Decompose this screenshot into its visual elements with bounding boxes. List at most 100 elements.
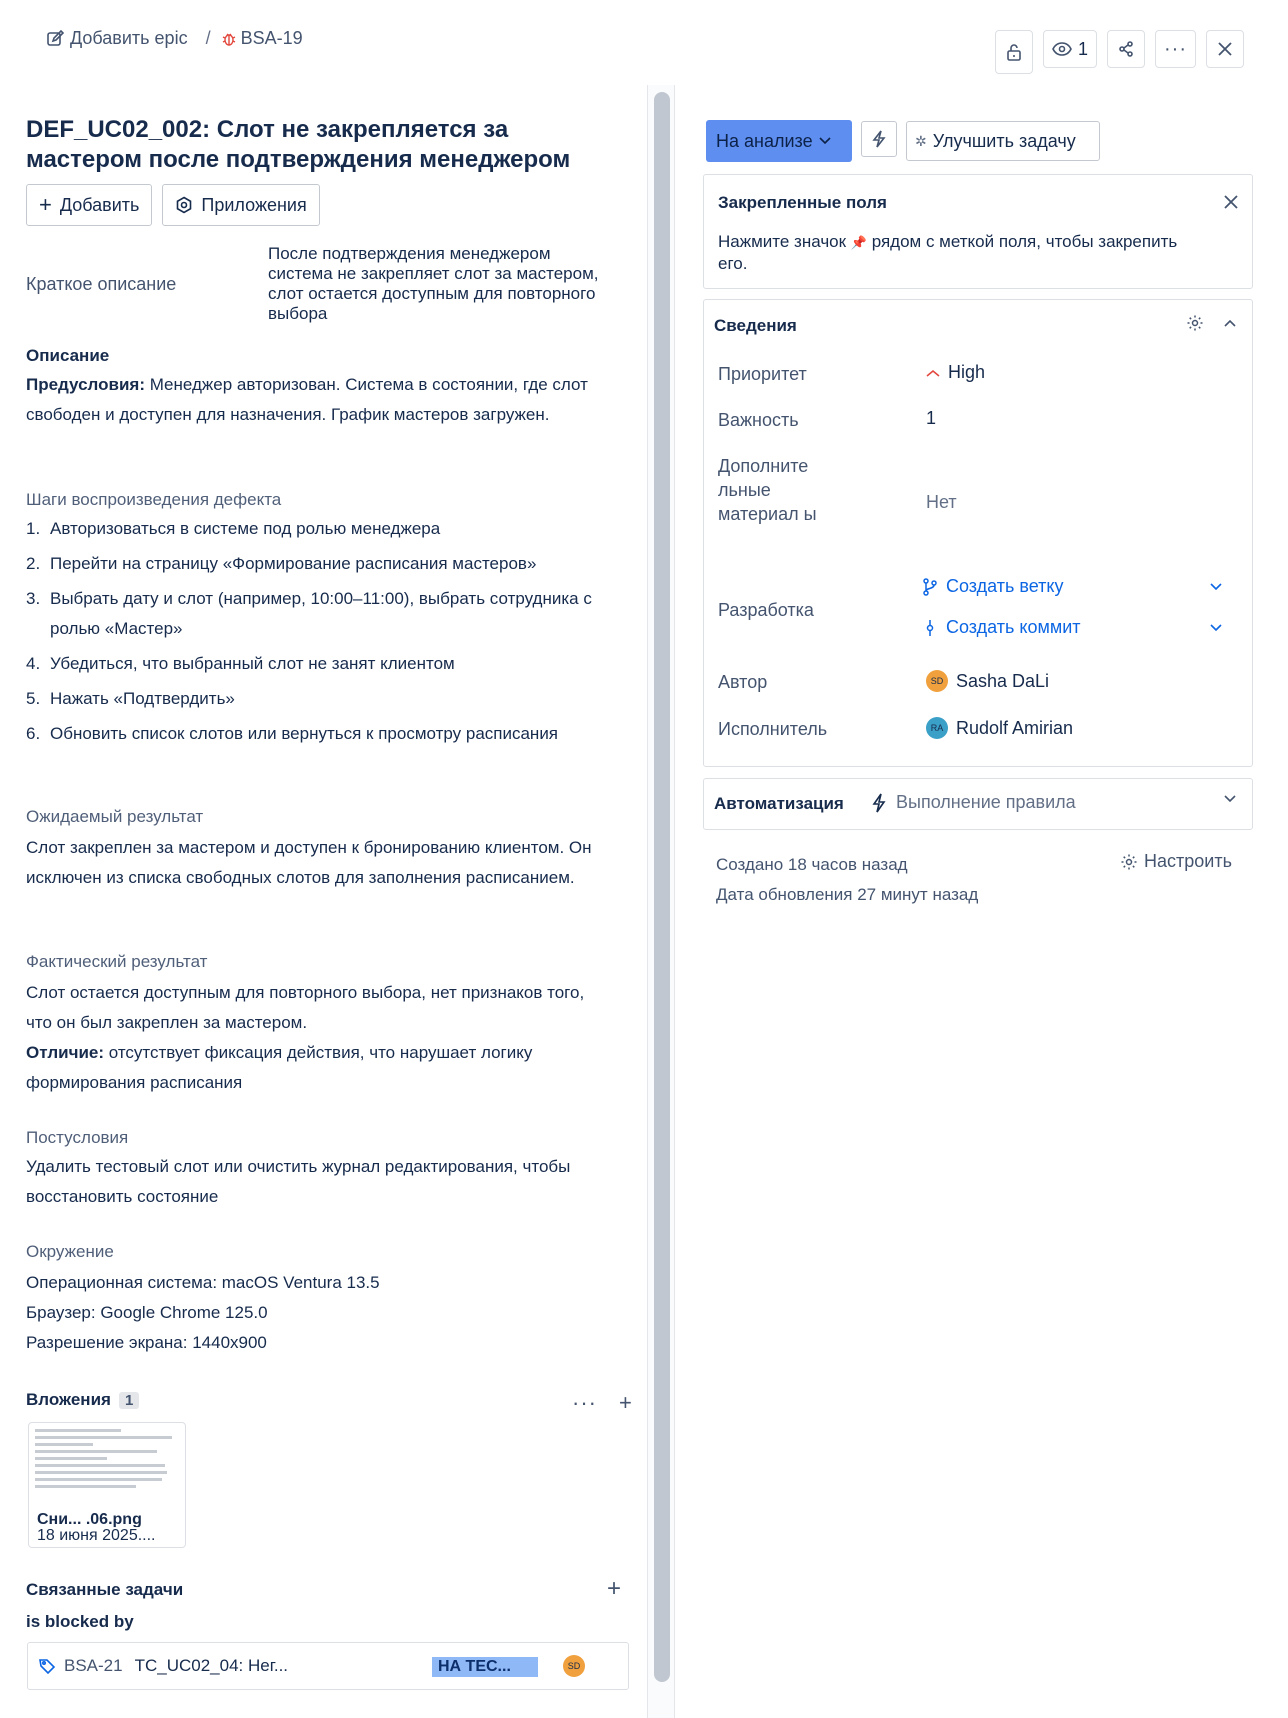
linked-issue-key: BSA-21 — [64, 1656, 123, 1675]
apps-button[interactable]: Приложения — [162, 184, 320, 226]
postconditions-text: Удалить тестовый слот или очистить журна… — [26, 1157, 571, 1206]
priority-text: High — [948, 362, 986, 382]
lock-button[interactable] — [995, 30, 1033, 74]
create-branch-link[interactable]: Создать ветку — [922, 576, 1064, 597]
linked-issue-status[interactable]: НА ТЕС... — [432, 1657, 538, 1677]
relation-label: is blocked by — [26, 1612, 134, 1631]
lightning-icon — [872, 793, 886, 812]
chevron-down-icon[interactable] — [1210, 624, 1222, 632]
add-button[interactable]: + Добавить — [26, 184, 153, 226]
difference-label: Отличие: — [26, 1043, 105, 1062]
top-actions: 1 ··· — [995, 24, 1244, 74]
avatar: RA — [926, 717, 948, 739]
configure-label: Настроить — [1144, 851, 1232, 871]
attachment-date: 18 июня 2025.... — [37, 1527, 156, 1545]
attachment-thumbnail[interactable]: Сни... .06.png 18 июня 2025.... — [28, 1422, 186, 1548]
details-tools — [1186, 314, 1236, 332]
pinned-hint-before: Нажмите значок — [718, 232, 851, 251]
priority-value[interactable]: High — [926, 362, 985, 383]
chevron-down-icon[interactable] — [1210, 583, 1222, 591]
updated-text: Дата обновления 27 минут назад — [716, 885, 979, 904]
pin-icon: 📌 — [850, 235, 867, 250]
issue-key-link[interactable]: BSA-19 — [221, 28, 303, 49]
chevron-up-icon[interactable] — [1224, 319, 1236, 327]
author-label: Автор — [718, 672, 768, 692]
automation-panel[interactable]: Автоматизация Выполнение правила — [703, 778, 1253, 830]
bug-icon — [222, 33, 235, 46]
extra-materials-value[interactable]: Нет — [926, 492, 957, 513]
pinned-fields-panel: Закрепленные поля Нажмите значок 📌 рядом… — [703, 174, 1253, 289]
step-text: Авторизоваться в системе под ролью менед… — [50, 519, 441, 538]
thumbnail-preview — [35, 1429, 179, 1492]
assignee-value[interactable]: RA Rudolf Amirian — [926, 717, 1073, 739]
create-commit-link[interactable]: Создать коммит — [922, 617, 1081, 638]
details-heading[interactable]: Сведения — [714, 316, 797, 336]
plus-icon[interactable]: + — [619, 1390, 632, 1416]
eye-icon — [1052, 42, 1072, 56]
watch-button[interactable]: 1 — [1043, 30, 1098, 68]
expected-text: Слот закреплен за мастером и доступен к … — [26, 838, 592, 887]
timestamps: Создано 18 часов назад Дата обновления 2… — [716, 850, 978, 910]
description-heading: Описание — [26, 346, 110, 365]
list-item: 1. Авторизоваться в системе под ролью мен… — [26, 514, 611, 544]
step-text: Перейти на страницу «Формирование распис… — [50, 554, 537, 573]
steps-list: 1. Авторизоваться в системе под ролью мен… — [26, 514, 611, 754]
automation-rule: Выполнение правила — [872, 792, 1076, 813]
more-actions-button[interactable]: ··· — [1155, 30, 1196, 68]
list-item: 2. Перейти на страницу «Формирование расп… — [26, 549, 611, 579]
improve-task-button[interactable]: ✲ Улучшить задачу — [906, 121, 1100, 161]
actual-text: Слот остается доступным для повторного в… — [26, 983, 585, 1032]
configure-button[interactable]: Настроить — [1120, 851, 1232, 872]
attachments-tools: ··· + — [572, 1390, 632, 1416]
status-dropdown[interactable]: На анализе — [706, 120, 852, 162]
avatar: SD — [563, 1655, 585, 1677]
gear-icon — [1121, 854, 1137, 869]
step-text: Нажать «Подтвердить» — [50, 689, 235, 708]
preconditions-label: Предусловия: — [26, 375, 145, 394]
issue-actions: + Добавить Приложения — [26, 184, 320, 226]
linked-issue-row[interactable]: BSA-21 TC_UC02_04: Нег... НА ТЕС... SD — [27, 1642, 629, 1690]
chevron-down-icon[interactable] — [1224, 795, 1236, 803]
issue-title[interactable]: DEF_UC02_002: Слот не закрепляется за ма… — [26, 115, 606, 175]
list-item: 3. Выбрать дату и слот (например, 10:00–1… — [26, 584, 611, 644]
pinned-fields-heading: Закрепленные поля — [718, 193, 887, 212]
more-icon[interactable]: ··· — [572, 1390, 597, 1416]
preconditions[interactable]: Предусловия: Менеджер авторизован. Систе… — [26, 370, 611, 430]
close-icon — [1218, 42, 1232, 56]
environment-line: Операционная система: macOS Ventura 13.5 — [26, 1273, 380, 1292]
more-icon: ··· — [1164, 37, 1187, 60]
list-item: 4. Убедиться, что выбранный слот не занят… — [26, 649, 611, 679]
automation-rule-label: Выполнение правила — [896, 792, 1076, 812]
issue-key: BSA-19 — [240, 28, 303, 48]
scrollbar-thumb[interactable] — [654, 92, 670, 1682]
create-commit-label: Создать коммит — [946, 617, 1081, 637]
gear-icon[interactable] — [1186, 314, 1204, 332]
importance-value[interactable]: 1 — [926, 408, 936, 429]
summary-value[interactable]: После подтверждения менеджером система н… — [268, 244, 613, 324]
close-button[interactable] — [1206, 30, 1244, 68]
sparkle-icon: ✲ — [915, 132, 927, 149]
step-number: 6. — [26, 724, 41, 743]
step-text: Обновить список слотов или вернуться к п… — [50, 724, 559, 743]
test-icon — [39, 1659, 56, 1675]
actual-heading: Фактический результат — [26, 952, 208, 971]
commit-icon — [926, 619, 934, 636]
apps-icon — [177, 196, 192, 214]
plus-icon: + — [39, 192, 52, 217]
improve-task-label: Улучшить задачу — [932, 130, 1076, 151]
step-number: 4. — [26, 654, 41, 673]
close-icon[interactable] — [1224, 189, 1238, 215]
author-value[interactable]: SD Sasha DaLi — [926, 670, 1049, 692]
step-text: Выбрать дату и слот (например, 10:00–11:… — [50, 589, 592, 638]
attachments-count: 1 — [118, 1391, 140, 1409]
lightning-icon — [872, 130, 886, 148]
step-number: 1. — [26, 519, 41, 538]
add-epic-link[interactable]: Добавить epic — [46, 28, 188, 49]
step-text: Убедиться, что выбранный слот не занят к… — [50, 654, 455, 673]
created-text: Создано 18 часов назад — [716, 855, 908, 874]
environment-line: Разрешение экрана: 1440x900 — [26, 1333, 267, 1352]
summary-label: Краткое описание — [26, 274, 177, 294]
automation-button[interactable] — [861, 121, 897, 157]
plus-icon[interactable]: + — [607, 1575, 621, 1603]
share-button[interactable] — [1107, 30, 1146, 68]
